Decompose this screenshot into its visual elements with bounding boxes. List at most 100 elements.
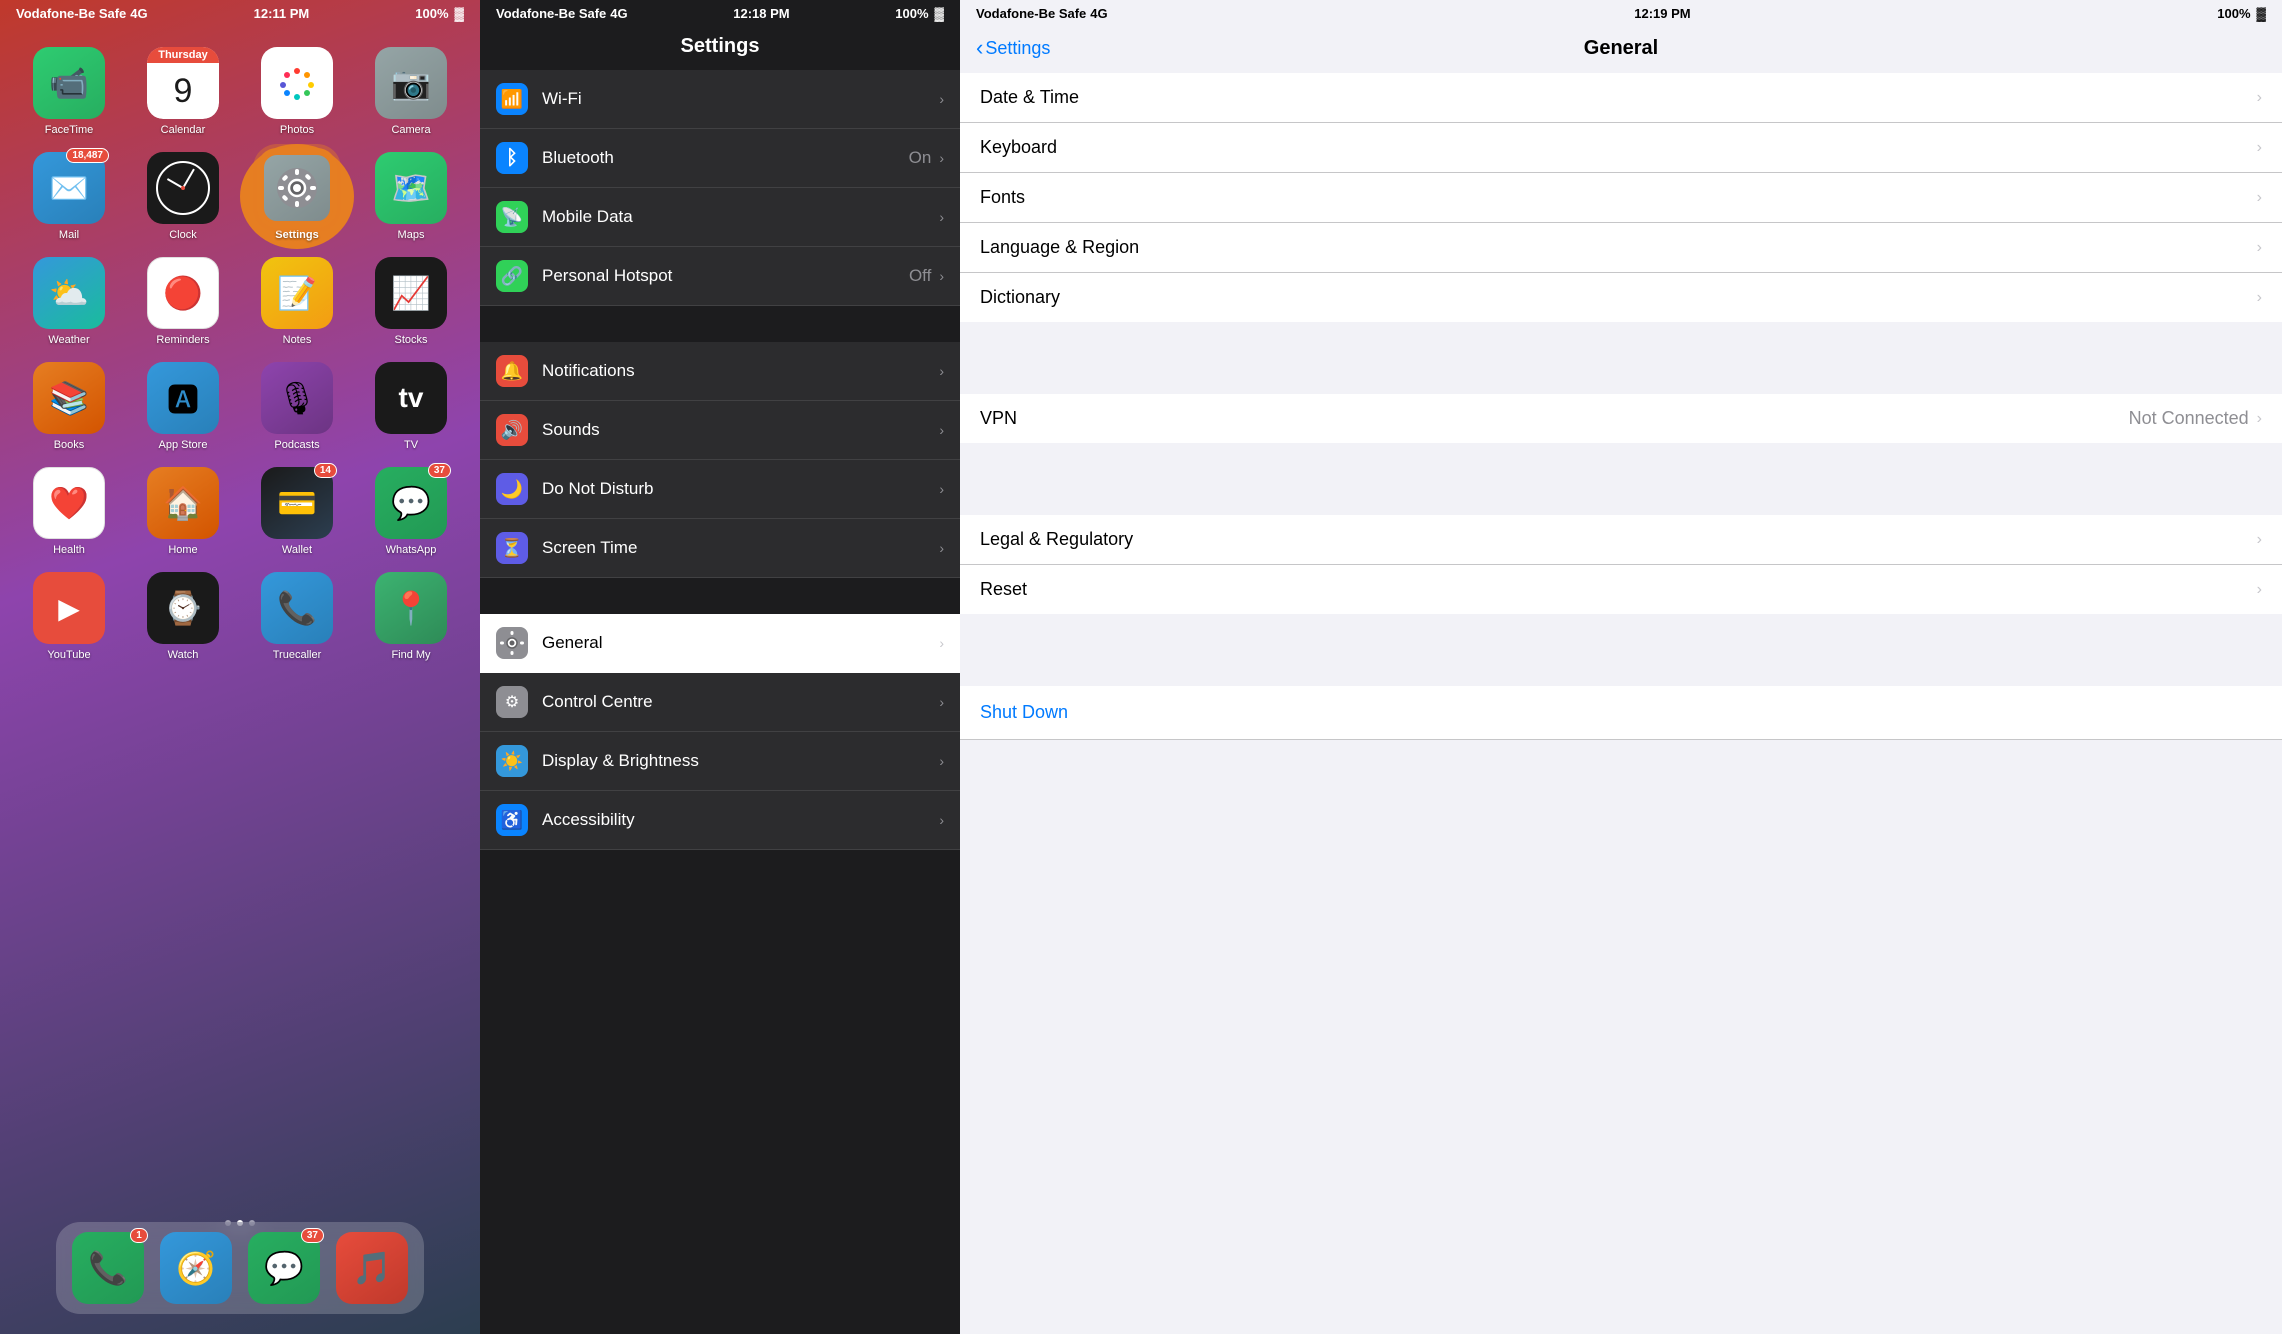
general-row-reset[interactable]: Reset ›	[960, 565, 2282, 614]
general-row-legal[interactable]: Legal & Regulatory ›	[960, 515, 2282, 565]
settings-row-accessibility[interactable]: ♿ Accessibility ›	[480, 791, 960, 850]
sounds-icon: 🔊	[501, 420, 523, 441]
weather-icon: ⛅	[49, 274, 89, 312]
app-clock[interactable]: Clock	[134, 152, 232, 241]
hotspot-chevron: ›	[939, 268, 944, 284]
hotspot-icon: 🔗	[501, 266, 523, 287]
calendar-header: Thursday	[147, 47, 219, 63]
app-home[interactable]: 🏠 Home	[134, 467, 232, 556]
truecaller-icon: 📞	[277, 589, 317, 627]
app-camera[interactable]: 📷 Camera	[362, 47, 460, 136]
general-row-dictionary[interactable]: Dictionary ›	[960, 273, 2282, 322]
podcasts-icon: 🎙	[277, 379, 318, 417]
app-findmy[interactable]: 📍 Find My	[362, 572, 460, 661]
language-chevron: ›	[2257, 239, 2262, 257]
dnd-chevron: ›	[939, 481, 944, 497]
s3-status-left: Vodafone-Be Safe 4G	[976, 6, 1108, 21]
app-appstore[interactable]: 🅰 App Store	[134, 362, 232, 451]
home-label: Home	[168, 544, 197, 556]
general-nav: ‹ Settings General	[960, 27, 2282, 73]
app-reminders[interactable]: 🔴 Reminders	[134, 257, 232, 346]
settings-row-hotspot[interactable]: 🔗 Personal Hotspot Off ›	[480, 247, 960, 306]
general-row-keyboard[interactable]: Keyboard ›	[960, 123, 2282, 173]
wallet-label: Wallet	[282, 544, 312, 556]
settings-row-sounds[interactable]: 🔊 Sounds ›	[480, 401, 960, 460]
app-maps[interactable]: 🗺️ Maps	[362, 152, 460, 241]
app-photos[interactable]: Photos	[248, 47, 346, 136]
app-podcasts[interactable]: 🎙 Podcasts	[248, 362, 346, 451]
whatsapp-label: WhatsApp	[386, 544, 437, 556]
bluetooth-label: Bluetooth	[542, 148, 909, 168]
calendar-label: Calendar	[161, 124, 206, 136]
facetime-icon: 📹	[49, 64, 89, 102]
mail-label: Mail	[59, 229, 79, 241]
dnd-icon-container: 🌙	[496, 473, 528, 505]
dock-phone[interactable]: 📞 1	[72, 1232, 144, 1304]
app-notes[interactable]: 📝 Notes	[248, 257, 346, 346]
youtube-label: YouTube	[47, 649, 90, 661]
watch-icon: ⌚	[163, 589, 203, 627]
maps-label: Maps	[398, 229, 425, 241]
app-tv[interactable]: tv TV	[362, 362, 460, 451]
app-stocks[interactable]: 📈 Stocks	[362, 257, 460, 346]
settings-row-partial[interactable]: 📶 Wi-Fi ›	[480, 70, 960, 129]
app-health[interactable]: ❤️ Health	[20, 467, 118, 556]
settings-row-display[interactable]: ☀️ Display & Brightness ›	[480, 732, 960, 791]
settings-label: Settings	[275, 229, 318, 241]
notifications-label: Notifications	[542, 361, 939, 381]
dnd-icon: 🌙	[501, 479, 523, 500]
legal-chevron: ›	[2257, 531, 2262, 549]
books-label: Books	[54, 439, 85, 451]
app-truecaller[interactable]: 📞 Truecaller	[248, 572, 346, 661]
app-youtube[interactable]: ▶ YouTube	[20, 572, 118, 661]
settings-row-notifications[interactable]: 🔔 Notifications ›	[480, 342, 960, 401]
control-centre-icon: ⚙	[505, 692, 519, 712]
general-row-language[interactable]: Language & Region ›	[960, 223, 2282, 273]
general-row-fonts[interactable]: Fonts ›	[960, 173, 2282, 223]
sounds-chevron: ›	[939, 422, 944, 438]
dock-messages[interactable]: 💬 37	[248, 1232, 320, 1304]
back-button[interactable]: ‹ Settings	[976, 35, 1050, 61]
dock-safari[interactable]: 🧭	[160, 1232, 232, 1304]
screentime-icon: ⏳	[501, 538, 523, 559]
facetime-label: FaceTime	[45, 124, 94, 136]
tv-icon: tv	[399, 382, 424, 414]
general-row-vpn[interactable]: VPN Not Connected ›	[960, 394, 2282, 443]
settings-page-title: Settings	[681, 35, 760, 58]
status-right: 100% ▓	[415, 6, 464, 21]
photos-label: Photos	[280, 124, 314, 136]
general-gap-2	[960, 479, 2282, 515]
general-section-2: VPN Not Connected ›	[960, 394, 2282, 443]
display-chevron: ›	[939, 753, 944, 769]
phone-icon: 📞	[88, 1249, 128, 1287]
app-whatsapp[interactable]: 💬 37 WhatsApp	[362, 467, 460, 556]
books-icon: 📚	[49, 379, 89, 417]
app-weather[interactable]: ⛅ Weather	[20, 257, 118, 346]
dictionary-label: Dictionary	[980, 287, 2257, 308]
notifications-icon: 🔔	[501, 361, 523, 382]
settings-row-general[interactable]: General ›	[480, 614, 960, 673]
settings-row-bluetooth[interactable]: ᛒ Bluetooth On ›	[480, 129, 960, 188]
wifi-icon-container: 📶	[496, 83, 528, 115]
camera-icon: 📷	[391, 64, 431, 102]
s3-battery-icon: ▓	[2257, 6, 2266, 21]
notes-label: Notes	[283, 334, 312, 346]
app-mail[interactable]: ✉️ 18,487 Mail	[20, 152, 118, 241]
settings-row-mobile-data[interactable]: 📡 Mobile Data ›	[480, 188, 960, 247]
screentime-icon-container: ⏳	[496, 532, 528, 564]
app-watch[interactable]: ⌚ Watch	[134, 572, 232, 661]
settings-row-screentime[interactable]: ⏳ Screen Time ›	[480, 519, 960, 578]
shutdown-row[interactable]: Shut Down	[960, 686, 2282, 739]
general-row-datetime[interactable]: Date & Time ›	[960, 73, 2282, 123]
app-calendar[interactable]: Thursday 9 Calendar	[134, 47, 232, 136]
app-settings[interactable]: Settings	[248, 152, 346, 241]
settings-row-control-centre[interactable]: ⚙ Control Centre ›	[480, 673, 960, 732]
app-wallet[interactable]: 💳 14 Wallet	[248, 467, 346, 556]
mobile-data-icon: 📡	[501, 207, 523, 228]
shutdown-label: Shut Down	[980, 702, 1068, 722]
dock-music[interactable]: 🎵	[336, 1232, 408, 1304]
settings-row-dnd[interactable]: 🌙 Do Not Disturb ›	[480, 460, 960, 519]
app-books[interactable]: 📚 Books	[20, 362, 118, 451]
app-facetime[interactable]: 📹 FaceTime	[20, 47, 118, 136]
s3-carrier: Vodafone-Be Safe	[976, 6, 1086, 21]
